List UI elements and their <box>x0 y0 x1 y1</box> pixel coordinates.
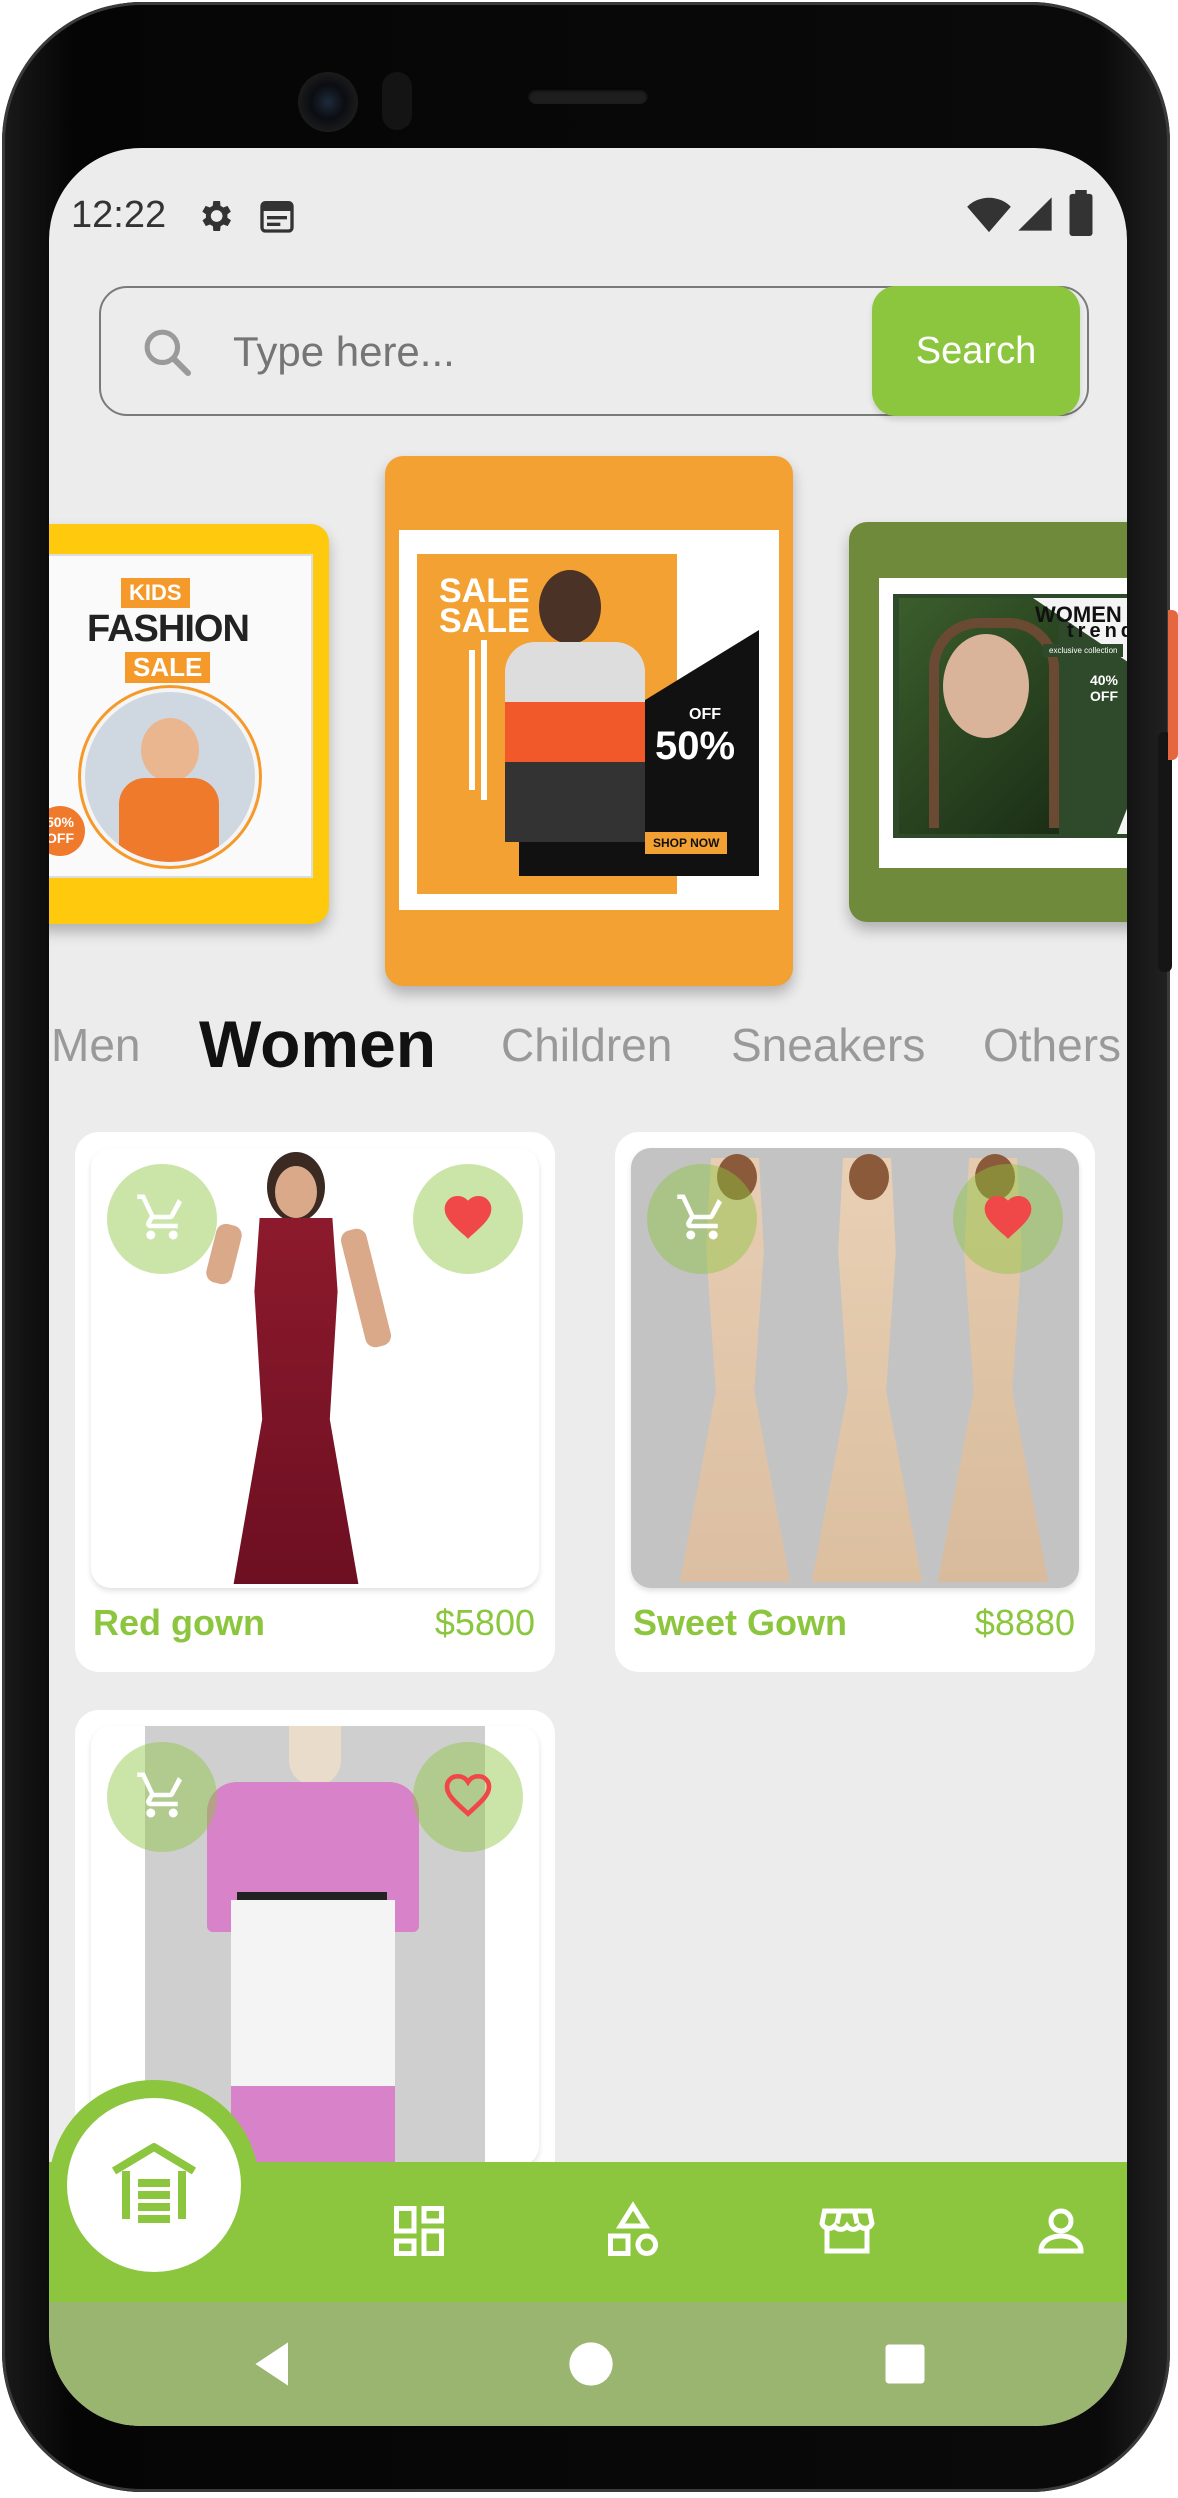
banner-kids-photo <box>81 688 259 866</box>
calendar-icon <box>257 196 297 241</box>
nav-categories-button[interactable] <box>583 2188 683 2278</box>
banner-kids-card: KIDS FASHION SALE 50% OFF <box>49 554 313 878</box>
category-men[interactable]: Men <box>51 1018 140 1072</box>
battery-icon <box>1069 190 1093 241</box>
banner-women-badge: 40% OFF <box>1079 666 1127 712</box>
product-card[interactable]: Sweet Gown $8880 <box>615 1132 1095 1672</box>
banner-kids-kicker: KIDS <box>121 578 190 608</box>
product-card[interactable]: Red gown $5800 <box>75 1132 555 1672</box>
banner-kids-badge: 50% OFF <box>49 806 85 856</box>
categories-icon <box>603 2200 663 2266</box>
home-icon <box>106 2135 202 2236</box>
system-navigation-bar <box>49 2302 1127 2426</box>
back-icon[interactable] <box>249 2338 301 2395</box>
banner-sale[interactable]: SALE SALE OFF 50% SHOP NOW <box>385 456 793 986</box>
favorite-button[interactable] <box>413 1742 523 1852</box>
proximity-sensor <box>382 72 412 130</box>
status-bar: 12:22 <box>49 148 1127 278</box>
search-input[interactable] <box>231 288 795 416</box>
cellular-icon <box>1015 194 1055 239</box>
status-time: 12:22 <box>71 194 167 236</box>
heart-filled-icon <box>440 1189 496 1250</box>
favorite-button[interactable] <box>413 1164 523 1274</box>
nav-profile-button[interactable] <box>1011 2188 1111 2278</box>
wifi-icon <box>967 194 1011 239</box>
banner-women-trend[interactable]: WOMEN trend exclusive collection 40%OFF <box>849 522 1127 922</box>
banner-sale-title: SALE SALE <box>439 572 530 640</box>
cart-icon <box>135 1768 189 1827</box>
heart-outline-icon <box>440 1767 496 1828</box>
banner-sale-cta: SHOP NOW <box>645 832 728 854</box>
profile-icon <box>1031 2201 1091 2266</box>
category-sneakers[interactable]: Sneakers <box>731 1018 925 1072</box>
banner-sale-discount: 50% <box>655 724 736 768</box>
cart-icon <box>135 1190 189 1249</box>
product-name: Sweet Gown <box>633 1602 848 1643</box>
favorite-button[interactable] <box>953 1164 1063 1274</box>
cart-icon <box>675 1190 729 1249</box>
recents-icon[interactable] <box>879 2338 931 2395</box>
banner-sale-off: OFF <box>689 706 721 723</box>
heart-filled-icon <box>980 1189 1036 1250</box>
earpiece-speaker <box>528 88 648 104</box>
product-price: $5800 <box>434 1602 535 1643</box>
banner-kids-title: FASHION <box>87 608 250 650</box>
add-to-cart-button[interactable] <box>107 1742 217 1852</box>
add-to-cart-button[interactable] <box>107 1164 217 1274</box>
product-name: Red gown <box>93 1602 265 1643</box>
app-screen: 12:22 Search <box>49 148 1127 2426</box>
banner-women-tagline: exclusive collection <box>1043 644 1124 657</box>
banner-kids-fashion[interactable]: KIDS FASHION SALE 50% OFF <box>49 524 329 924</box>
volume-button <box>1158 732 1172 972</box>
product-price: $8880 <box>974 1602 1075 1643</box>
category-women[interactable]: Women <box>199 1006 436 1082</box>
power-button-accent <box>1168 610 1178 760</box>
front-camera <box>298 72 358 132</box>
search-button[interactable]: Search <box>872 286 1080 416</box>
category-children[interactable]: Children <box>501 1018 672 1072</box>
gear-icon <box>195 196 235 241</box>
banner-women-subtitle: trend <box>1067 620 1127 642</box>
dashboard-icon <box>389 2201 449 2266</box>
search-icon <box>139 324 195 385</box>
nav-store-button[interactable] <box>797 2188 897 2278</box>
phone-frame: 12:22 Search <box>2 2 1172 2492</box>
category-others[interactable]: Others <box>983 1018 1121 1072</box>
nav-dashboard-button[interactable] <box>369 2188 469 2278</box>
home-circle-icon[interactable] <box>565 2338 617 2395</box>
banner-kids-tag: SALE <box>125 652 211 683</box>
store-icon <box>817 2201 877 2266</box>
banner-women-card: WOMEN trend exclusive collection 40%OFF <box>879 578 1127 868</box>
nav-home-button[interactable] <box>49 2080 259 2290</box>
add-to-cart-button[interactable] <box>647 1164 757 1274</box>
banner-sale-card: SALE SALE OFF 50% SHOP NOW <box>399 530 779 910</box>
